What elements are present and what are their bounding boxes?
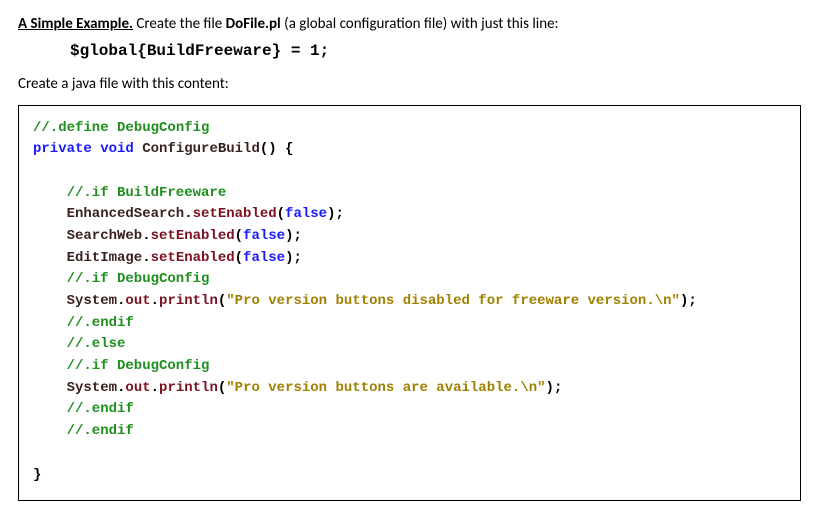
intro-text-1: Create the file (133, 15, 226, 33)
code-string: "Pro version buttons disabled for freewa… (226, 293, 680, 309)
code-ident: ConfigureBuild (142, 141, 260, 157)
code-member: setEnabled (193, 206, 277, 222)
code-punct: } (33, 467, 41, 483)
code-keyword: private (33, 141, 92, 157)
code-keyword: false (243, 228, 285, 244)
code-line: //.else (67, 336, 126, 352)
code-ident: System (67, 380, 117, 396)
section-heading: A Simple Example. (18, 15, 133, 33)
code-punct: () { (260, 141, 294, 157)
code-string: "Pro version buttons are available.\n" (226, 380, 545, 396)
code-member: setEnabled (151, 250, 235, 266)
code-member: println (159, 293, 218, 309)
code-line: //.if BuildFreeware (67, 185, 227, 201)
code-block: //.define DebugConfig private void Confi… (18, 105, 801, 502)
code-keyword: false (243, 250, 285, 266)
code-keyword: false (285, 206, 327, 222)
code-member: out (125, 293, 150, 309)
code-ident: SearchWeb (67, 228, 143, 244)
config-code-line: $global{BuildFreeware} = 1; (70, 42, 801, 60)
code-line: //.define DebugConfig (33, 120, 209, 136)
intro-paragraph: A Simple Example. Create the file DoFile… (18, 14, 801, 34)
intro-text-2: (a global configuration file) with just … (281, 15, 559, 33)
code-ident: EditImage (67, 250, 143, 266)
code-line: //.endif (67, 401, 134, 417)
code-line: //.endif (67, 315, 134, 331)
code-line: //.if DebugConfig (67, 271, 210, 287)
code-line: //.endif (67, 423, 134, 439)
code-line: //.if DebugConfig (67, 358, 210, 374)
code-member: setEnabled (151, 228, 235, 244)
code-member: out (125, 380, 150, 396)
filename: DoFile.pl (226, 15, 281, 33)
code-ident: EnhancedSearch (67, 206, 185, 222)
second-paragraph: Create a java file with this content: (18, 74, 801, 94)
code-keyword: void (100, 141, 134, 157)
code-ident: System (67, 293, 117, 309)
code-member: println (159, 380, 218, 396)
